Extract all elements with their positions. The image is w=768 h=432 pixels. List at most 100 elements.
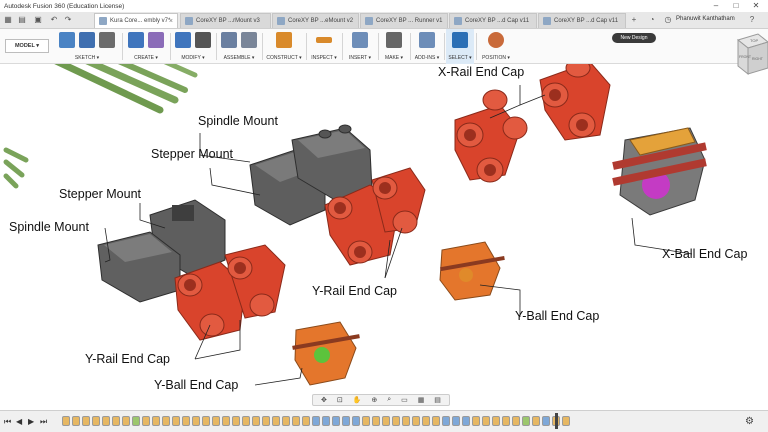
tab-corexy-runner[interactable]: CoreXY BP ... Runner v1 <box>360 13 448 28</box>
timeline-feature-item[interactable] <box>562 416 570 426</box>
data-panel-icon[interactable]: ▦ <box>2 14 14 26</box>
extrude-icon[interactable] <box>128 32 144 48</box>
close-window-button[interactable]: ✕ <box>746 0 766 12</box>
display-settings-icon[interactable]: ▭ <box>401 396 408 404</box>
timeline-prev-button[interactable]: ◀ <box>16 417 22 426</box>
timeline-feature-item[interactable] <box>162 416 170 426</box>
timeline-feature-item[interactable] <box>182 416 190 426</box>
help-icon[interactable]: ? <box>746 14 758 26</box>
y-ball-end-cap-left[interactable] <box>292 321 360 386</box>
timeline-feature-item[interactable] <box>492 416 500 426</box>
timeline-feature-item[interactable] <box>92 416 100 426</box>
timeline-feature-item[interactable] <box>362 416 370 426</box>
workspace-switcher[interactable]: MODEL ▾ <box>5 39 49 53</box>
timeline-feature-item[interactable] <box>462 416 470 426</box>
timeline-feature-item[interactable] <box>292 416 300 426</box>
measure-icon[interactable] <box>316 37 332 43</box>
timeline-feature-item[interactable] <box>212 416 220 426</box>
position-group[interactable]: POSITION ▾ <box>478 29 514 64</box>
select-menu[interactable]: SELECT ▾ <box>446 55 474 61</box>
timeline-feature-item[interactable] <box>372 416 380 426</box>
timeline-feature-item[interactable] <box>242 416 250 426</box>
timeline-feature-item[interactable] <box>172 416 180 426</box>
insert-group[interactable]: INSERT ▾ <box>344 29 376 64</box>
create-sketch-icon[interactable] <box>59 32 75 48</box>
file-menu-icon[interactable]: ▤ <box>16 14 28 26</box>
undo-icon[interactable]: ↶ <box>48 14 60 26</box>
look-at-icon[interactable]: ⊡ <box>337 396 343 404</box>
timeline-feature-item[interactable] <box>422 416 430 426</box>
orbit-icon[interactable]: ✥ <box>321 396 327 404</box>
assemble-group[interactable]: ASSEMBLE ▾ <box>218 29 260 64</box>
maximize-button[interactable]: □ <box>726 0 746 12</box>
tab-kura-core-assembly[interactable]: Kura Core... embly v7* × <box>94 13 178 28</box>
timeline-feature-item[interactable] <box>532 416 540 426</box>
timeline-feature-item[interactable] <box>382 416 390 426</box>
tab-corexy-dcap-2[interactable]: CoreXY BP ...d Cap v11 <box>538 13 626 28</box>
timeline-feature-item[interactable] <box>142 416 150 426</box>
viewcube-right[interactable]: RIGHT <box>752 57 764 61</box>
timeline-feature-item[interactable] <box>342 416 350 426</box>
close-tab-icon[interactable]: × <box>169 18 173 25</box>
timeline-feature-item[interactable] <box>202 416 210 426</box>
viewcube-top[interactable]: TOP <box>750 38 758 43</box>
move-icon[interactable] <box>195 32 211 48</box>
timeline-feature-item[interactable] <box>332 416 340 426</box>
3d-viewport[interactable]: X-Rail End Cap Spindle Mount Stepper Mou… <box>0 64 768 410</box>
timeline-feature-item[interactable] <box>112 416 120 426</box>
x-rail-end-cap-1[interactable] <box>454 89 528 183</box>
timeline-feature-item[interactable] <box>452 416 460 426</box>
timeline-feature-item[interactable] <box>82 416 90 426</box>
assemble-menu[interactable]: ASSEMBLE ▾ <box>218 55 260 61</box>
minimize-button[interactable]: – <box>706 0 726 12</box>
tab-corexy-emount[interactable]: CoreXY BP ...eMount v2 <box>272 13 359 28</box>
timeline-feature-item[interactable] <box>352 416 360 426</box>
viewports-icon[interactable]: ▤ <box>434 396 441 404</box>
insert-image-icon[interactable] <box>352 32 368 48</box>
sketch-menu[interactable]: SKETCH ▾ <box>54 55 120 61</box>
inspect-group[interactable]: INSPECT ▾ <box>308 29 340 64</box>
scripts-icon[interactable] <box>419 32 435 48</box>
timeline-feature-item[interactable] <box>262 416 270 426</box>
pan-icon[interactable]: ✋ <box>353 396 362 404</box>
inspect-menu[interactable]: INSPECT ▾ <box>308 55 340 61</box>
form-icon[interactable] <box>148 32 164 48</box>
timeline-feature-item[interactable] <box>192 416 200 426</box>
y-ball-end-cap-right[interactable] <box>439 241 505 301</box>
timeline-play-button[interactable]: ▶ <box>28 417 34 426</box>
timeline-feature-item[interactable] <box>72 416 80 426</box>
user-name[interactable]: Phanuwit Kanthatham <box>676 16 735 22</box>
sketch-group[interactable]: SKETCH ▾ <box>54 29 120 64</box>
timeline-feature-item[interactable] <box>152 416 160 426</box>
timeline-feature-item[interactable] <box>402 416 410 426</box>
new-tab-icon[interactable]: + <box>628 14 640 26</box>
timeline-feature-item[interactable] <box>102 416 110 426</box>
rectangle-icon[interactable] <box>99 32 115 48</box>
add-ins-group[interactable]: ADD-INS ▾ <box>412 29 442 64</box>
timeline-feature-item[interactable] <box>482 416 490 426</box>
timeline-feature-item[interactable] <box>432 416 440 426</box>
timeline-settings-icon[interactable]: ⚙ <box>745 416 754 427</box>
x-ball-end-cap[interactable] <box>612 127 707 216</box>
clock-icon[interactable]: ◷ <box>662 14 674 26</box>
press-pull-icon[interactable] <box>175 32 191 48</box>
timeline-feature-item[interactable] <box>542 416 550 426</box>
create-group[interactable]: CREATE ▾ <box>124 29 168 64</box>
position-menu[interactable]: POSITION ▾ <box>478 55 514 61</box>
new-component-icon[interactable] <box>221 32 237 48</box>
make-group[interactable]: MAKE ▾ <box>380 29 408 64</box>
timeline-feature-item[interactable] <box>132 416 140 426</box>
save-icon[interactable]: ▣ <box>32 14 44 26</box>
make-menu[interactable]: MAKE ▾ <box>380 55 408 61</box>
create-menu[interactable]: CREATE ▾ <box>124 55 168 61</box>
construct-menu[interactable]: CONSTRUCT ▾ <box>264 55 304 61</box>
x-rail-end-cap-2[interactable] <box>539 64 611 141</box>
view-cube[interactable]: TOP FRONT RIGHT <box>730 30 768 82</box>
timeline-feature-item[interactable] <box>302 416 310 426</box>
modify-menu[interactable]: MODIFY ▾ <box>172 55 214 61</box>
capture-position-icon[interactable] <box>488 32 504 48</box>
timeline-feature-item[interactable] <box>122 416 130 426</box>
viewcube-front[interactable]: FRONT <box>739 55 752 59</box>
green-rods[interactable] <box>3 64 198 189</box>
fit-icon[interactable]: ⌕ <box>387 396 391 404</box>
